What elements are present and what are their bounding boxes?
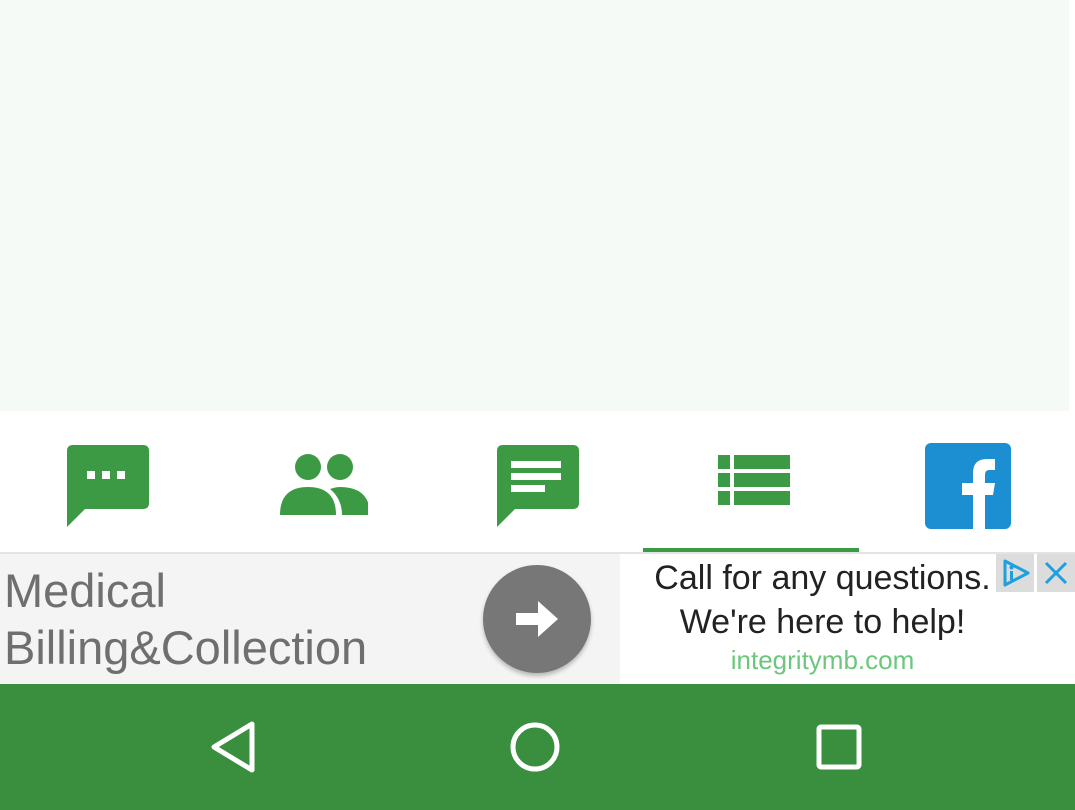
system-navigation-bar xyxy=(0,684,1075,810)
main-content-area xyxy=(0,0,1069,411)
back-icon xyxy=(211,721,255,773)
arrow-right-icon xyxy=(516,601,558,637)
tab-groups[interactable] xyxy=(215,411,430,552)
list-view-icon xyxy=(717,455,790,505)
ad-headline[interactable]: Medical Billing&Collection xyxy=(4,562,474,676)
ad-choices-button[interactable] xyxy=(996,554,1034,592)
tab-chat[interactable] xyxy=(0,411,215,552)
facebook-icon xyxy=(924,443,1011,529)
back-button[interactable] xyxy=(203,717,263,777)
tab-messages[interactable] xyxy=(430,411,645,552)
chat-bubble-dots-icon xyxy=(66,445,149,527)
recents-icon xyxy=(816,724,862,770)
tab-list[interactable] xyxy=(645,411,860,552)
people-group-icon xyxy=(279,454,368,515)
ad-close-button[interactable] xyxy=(1037,554,1075,592)
ad-url[interactable]: integritymb.com xyxy=(625,644,1020,676)
message-text-icon xyxy=(496,445,579,527)
adchoices-icon xyxy=(1003,559,1030,587)
close-icon xyxy=(1044,561,1068,585)
home-icon xyxy=(510,722,560,772)
home-button[interactable] xyxy=(505,717,565,777)
ad-description[interactable]: Call for any questions. We're here to he… xyxy=(625,556,1020,644)
recents-button[interactable] xyxy=(809,717,869,777)
tab-facebook[interactable] xyxy=(860,411,1075,552)
ad-cta-button[interactable] xyxy=(483,565,591,673)
bottom-tab-bar xyxy=(0,411,1075,553)
ad-banner[interactable]: Medical Billing&Collection Call for any … xyxy=(0,554,1075,684)
